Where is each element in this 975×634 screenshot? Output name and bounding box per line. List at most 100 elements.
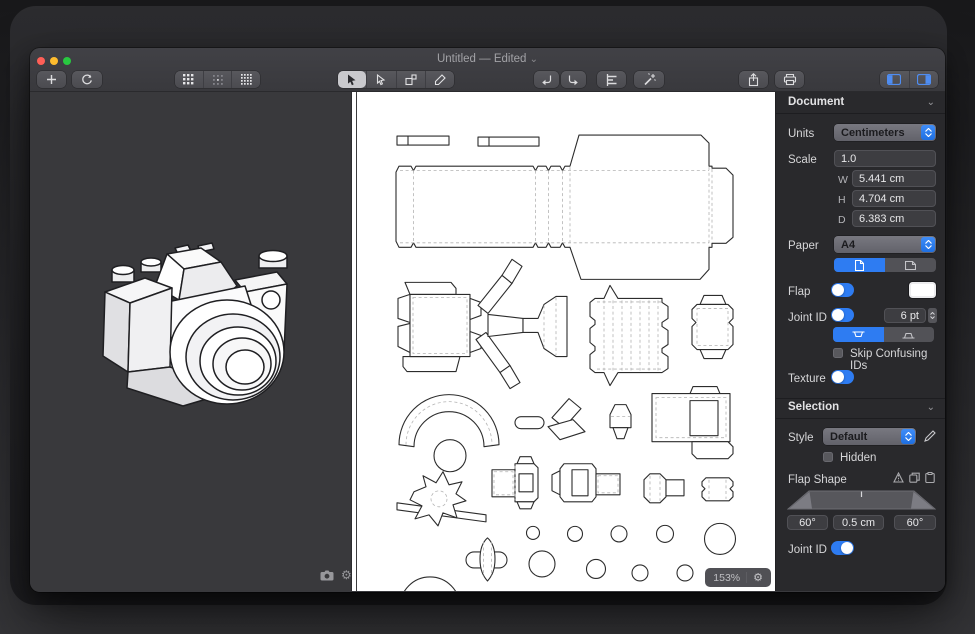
- id-on-face-button[interactable]: [884, 327, 935, 342]
- toggle-knob: [832, 309, 844, 321]
- align-button[interactable]: [597, 71, 626, 88]
- landscape-orientation-button[interactable]: [885, 258, 936, 272]
- document-section-header[interactable]: Document: [788, 96, 844, 108]
- print-icon: [783, 73, 797, 86]
- flap-shape-label: Flap Shape: [788, 474, 847, 486]
- hidden-label: Hidden: [840, 452, 876, 464]
- refresh-button[interactable]: [72, 71, 102, 88]
- units-dropdown[interactable]: Centimeters: [834, 124, 936, 141]
- units-value: Centimeters: [841, 127, 905, 139]
- symmetric-flap-icon[interactable]: [893, 472, 904, 483]
- flap-shape-editor[interactable]: [787, 490, 936, 510]
- style-dropdown[interactable]: Default: [823, 428, 916, 445]
- copy-flap-icon[interactable]: [909, 472, 920, 483]
- tool-segmented: [338, 71, 454, 88]
- flap-toggle[interactable]: [831, 283, 854, 297]
- flap-angle-left-input[interactable]: 60°: [787, 515, 828, 530]
- skip-confusing-ids-checkbox[interactable]: [833, 348, 843, 358]
- flap-color-well[interactable]: [909, 282, 936, 298]
- pattern-canvas[interactable]: .s{fill:#ffffff;stroke:#2c2c2c;stroke-wi…: [352, 92, 775, 591]
- magic-wand-button[interactable]: [634, 71, 664, 88]
- canvas-settings-gear-icon[interactable]: ⚙: [753, 571, 763, 584]
- paper-dropdown[interactable]: A4: [834, 236, 936, 253]
- selection-section-header[interactable]: Selection: [788, 401, 839, 413]
- cursor-filled-icon: [346, 74, 358, 86]
- depth-value: 6.383 cm: [859, 213, 904, 225]
- flap-angle-right-input[interactable]: 60°: [894, 515, 936, 530]
- width-label: W: [838, 174, 848, 186]
- joint-id-label: Joint ID: [788, 312, 827, 324]
- joint-id-placement-segmented: [833, 327, 934, 342]
- paper-value: A4: [841, 239, 855, 251]
- edit-style-pencil-icon[interactable]: [924, 430, 936, 442]
- rotate-left-button[interactable]: [534, 71, 559, 88]
- grid-dots-dim-icon: [213, 75, 223, 85]
- inspector-sidebar: Document ⌄ Units Centimeters Scale 1.0 W…: [775, 92, 945, 591]
- depth-input[interactable]: 6.383 cm: [852, 210, 936, 227]
- align-left-icon: [606, 74, 618, 86]
- unfold-pattern: .s{fill:#ffffff;stroke:#2c2c2c;stroke-wi…: [352, 92, 775, 591]
- snapshot-camera-icon[interactable]: [320, 570, 334, 581]
- texture-toggle[interactable]: [831, 370, 854, 384]
- zoom-indicator[interactable]: 153% ⚙: [705, 568, 771, 587]
- share-button[interactable]: [739, 71, 768, 88]
- landscape-page-icon: [905, 261, 916, 270]
- document-collapse-chevron-icon[interactable]: ⌄: [927, 97, 935, 108]
- viewport-3d[interactable]: ⚙: [30, 92, 352, 591]
- pill-divider: [746, 572, 747, 583]
- add-button[interactable]: [37, 71, 66, 88]
- paper-label: Paper: [788, 240, 819, 252]
- flap-angle-right-value: 60°: [907, 517, 924, 529]
- height-value: 4.704 cm: [859, 193, 904, 205]
- toggle-left-panel-button[interactable]: [880, 71, 909, 88]
- joint-id-toggle[interactable]: [831, 308, 854, 322]
- portrait-orientation-button[interactable]: [834, 258, 885, 272]
- paper-orientation-segmented: [834, 258, 936, 272]
- node-tool-button[interactable]: [396, 71, 425, 88]
- node-tool-icon: [405, 74, 417, 86]
- depth-label: D: [838, 214, 846, 226]
- rotate-right-button[interactable]: [561, 71, 586, 88]
- id-on-flap-icon: [852, 331, 865, 339]
- units-label: Units: [788, 128, 814, 140]
- rotate-left-icon: [540, 74, 553, 86]
- direct-select-tool-button[interactable]: [366, 71, 395, 88]
- id-on-face-icon: [902, 331, 915, 339]
- select-tool-button[interactable]: [338, 71, 366, 88]
- share-icon: [747, 73, 760, 87]
- paste-flap-icon[interactable]: [925, 472, 935, 483]
- viewport-corner-tools: ⚙: [320, 569, 352, 581]
- left-panel-icon: [887, 74, 901, 85]
- height-label: H: [838, 194, 846, 206]
- selection-collapse-chevron-icon[interactable]: ⌄: [927, 402, 935, 413]
- style-label: Style: [788, 432, 814, 444]
- flap-label: Flap: [788, 286, 810, 298]
- title-chevron-icon[interactable]: ⌄: [530, 54, 538, 65]
- viewport-settings-gear-icon[interactable]: ⚙: [341, 569, 352, 581]
- toggle-knob: [841, 542, 853, 554]
- joint-id-size-input[interactable]: 6 pt: [884, 308, 926, 323]
- scale-input[interactable]: 1.0: [834, 150, 936, 167]
- toggle-right-panel-button[interactable]: [909, 71, 939, 88]
- joint-id-size-stepper[interactable]: [928, 308, 937, 323]
- width-input[interactable]: 5.441 cm: [852, 170, 936, 187]
- height-input[interactable]: 4.704 cm: [852, 190, 936, 207]
- knife-tool-icon: [434, 74, 446, 86]
- width-value: 5.441 cm: [859, 173, 904, 185]
- id-on-flap-button[interactable]: [833, 327, 884, 342]
- skip-confusing-ids-label: Skip Confusing IDs: [850, 348, 945, 372]
- grid-dense-button[interactable]: [231, 71, 260, 88]
- flap-width-input[interactable]: 0.5 cm: [833, 515, 884, 530]
- knife-tool-button[interactable]: [425, 71, 454, 88]
- grid-3x3-icon: [183, 74, 194, 85]
- right-panel-icon: [917, 74, 931, 85]
- portrait-page-icon: [855, 260, 864, 271]
- grid-large-button[interactable]: [175, 71, 203, 88]
- rotate-right-icon: [567, 74, 580, 86]
- texture-label: Texture: [788, 373, 826, 385]
- grid-dim-button[interactable]: [203, 71, 232, 88]
- selection-joint-id-toggle[interactable]: [831, 541, 854, 555]
- hidden-checkbox[interactable]: [823, 452, 833, 462]
- cursor-outline-icon: [375, 74, 387, 86]
- print-button[interactable]: [775, 71, 804, 88]
